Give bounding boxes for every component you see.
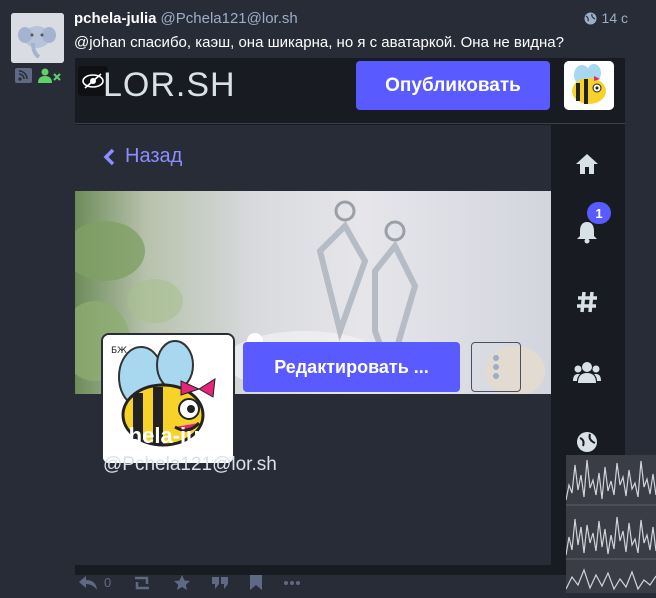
bee-avatar-icon [564,61,614,110]
rss-icon[interactable] [15,68,32,83]
groups-button[interactable] [565,350,609,394]
more-options-button[interactable] [471,342,521,392]
home-icon [576,154,598,174]
profile-name: pchela-julia [103,423,225,448]
status-action-bar: 0 [78,574,301,591]
boost-icon[interactable] [131,575,153,591]
activity-sparkline [565,455,656,593]
eye-slash-icon [82,73,104,89]
hashtag-button[interactable] [565,280,609,324]
publish-button[interactable]: Опубликовать [356,61,550,110]
profile-panel: Назад БЖ Редактировать ... pchela-julia … [75,125,551,565]
reply-icon [79,575,97,590]
avatar-label: БЖ [111,346,127,356]
elephant-icon [11,13,64,63]
sparkline-graph [565,459,656,591]
reply-button[interactable]: 0 [78,575,111,591]
quote-icon[interactable] [211,575,229,591]
star-icon[interactable] [173,574,191,591]
notification-badge: 1 [587,202,611,224]
author-acct[interactable]: @Pchela121@lor.sh [161,10,298,27]
back-link[interactable]: Назад [103,145,182,168]
globe-icon [577,432,597,452]
globe-icon [584,12,597,24]
ellipsis-vertical-icon [493,355,499,379]
status-time-label: 14 с [601,10,628,26]
home-button[interactable] [565,142,609,186]
bookmark-icon[interactable] [249,574,263,591]
status-time[interactable]: 14 с [584,10,628,26]
divider [75,123,625,124]
my-avatar[interactable] [564,61,614,110]
status-author[interactable]: pchela-julia @Pchela121@lor.sh [74,10,298,27]
author-name[interactable]: pchela-julia [74,10,157,27]
brand-logo: LOR.SH [103,66,236,104]
status-content: @johan спасибо, каэш, она шикарна, но я … [74,34,564,51]
edit-profile-button[interactable]: Редактировать ... [243,342,460,392]
back-label: Назад [125,145,183,167]
chevron-left-icon [103,148,115,165]
users-icon [573,362,601,383]
hashtag-icon [577,291,597,313]
more-actions-icon[interactable] [283,580,301,586]
profile-acct: @Pchela121@lor.sh [103,454,277,475]
reply-count: 0 [104,575,112,590]
author-avatar[interactable] [11,13,64,63]
notifications-button[interactable]: 1 [565,202,611,254]
user-remove-icon[interactable] [38,68,62,83]
media-attachment[interactable]: LOR.SH Опубликовать Назад БЖ Редактирова… [75,58,625,575]
